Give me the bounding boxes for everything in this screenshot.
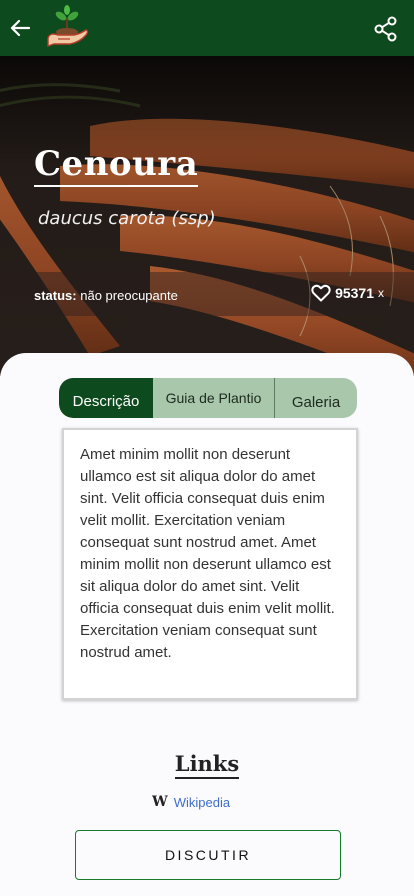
status-label: status: (34, 288, 77, 303)
app-header (0, 0, 414, 56)
tab-bar: Descrição Guia de Plantio Galeria (59, 378, 357, 418)
share-button[interactable] (374, 16, 398, 42)
description-card: Amet minim mollit non deserunt ullamco e… (62, 428, 358, 700)
links-heading-text: Links (174, 751, 240, 779)
likes-count: 95371 (335, 285, 374, 301)
tab-description[interactable]: Descrição (59, 378, 153, 418)
content-sheet: Descrição Guia de Plantio Galeria Amet m… (0, 353, 414, 896)
hand-with-seedling-icon (44, 4, 90, 52)
wikipedia-link-label[interactable]: Wikipedia (174, 795, 230, 810)
tab-gallery[interactable]: Galeria (275, 378, 357, 418)
back-button[interactable] (8, 14, 32, 42)
status-value: não preocupante (80, 288, 178, 303)
description-text: Amet minim mollit non deserunt ullamco e… (80, 446, 335, 661)
arrow-left-icon (10, 19, 30, 37)
wikipedia-link[interactable]: W Wikipedia (152, 793, 230, 811)
likes-suffix: x (378, 286, 384, 300)
heart-icon[interactable] (311, 284, 331, 302)
share-icon (374, 16, 397, 42)
discuss-button[interactable]: DISCUTIR (75, 830, 341, 880)
conservation-status: status: não preocupante (34, 288, 178, 303)
plant-scientific-name: daucus carota (ssp) (38, 208, 216, 229)
links-heading: Links (0, 751, 414, 779)
hero-image: Cenoura daucus carota (ssp) status: não … (0, 56, 414, 376)
plant-name: Cenoura (34, 145, 199, 188)
like-counter[interactable]: 95371 x (311, 284, 384, 302)
wikipedia-icon: W (152, 794, 168, 810)
tab-planting-guide[interactable]: Guia de Plantio (153, 378, 275, 418)
